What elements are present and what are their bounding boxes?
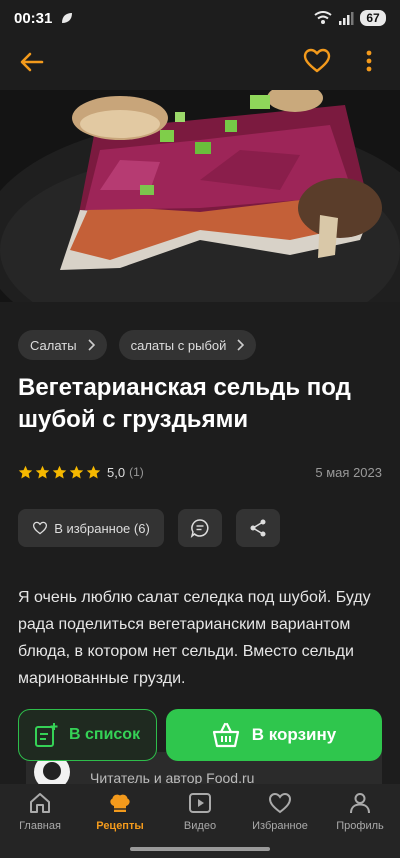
add-to-favorites-button[interactable]: В избранное (6)	[18, 509, 164, 547]
heart-icon[interactable]	[302, 46, 332, 76]
chip-label: салаты с рыбой	[130, 337, 227, 353]
nav-label: Рецепты	[96, 820, 144, 832]
recipe-description: Я очень люблю салат селедка под шубой. Б…	[18, 589, 371, 687]
add-to-list-button[interactable]: В список	[18, 709, 157, 761]
action-row: В избранное (6)	[18, 509, 280, 547]
recipe-title: Вегетарианская сельдь под шубой с груздь…	[18, 374, 351, 433]
comments-button[interactable]	[178, 509, 222, 547]
breadcrumb-chip-salads[interactable]: Салаты	[18, 330, 107, 360]
favorites-label: В избранное (6)	[54, 520, 150, 536]
star-icon	[18, 465, 33, 478]
more-vert-icon[interactable]	[358, 46, 380, 76]
nav-item-home[interactable]: Главная	[0, 784, 80, 858]
star-icon	[35, 465, 50, 478]
chef-hat-icon	[110, 794, 130, 812]
add-to-list-label: В список	[69, 726, 141, 743]
nav-label: Главная	[19, 820, 61, 832]
heart-icon	[33, 521, 48, 535]
rating-row: 5,0 (1) 5 мая 2023	[18, 462, 382, 482]
share-icon	[250, 519, 266, 537]
status-time: 00:31	[14, 9, 53, 27]
rating-stars	[18, 465, 101, 480]
recipe-photo	[0, 90, 400, 302]
signal-icon	[339, 12, 354, 25]
breadcrumb-chip-fish-salads[interactable]: салаты с рыбой	[118, 330, 257, 360]
chevron-right-icon	[237, 339, 245, 351]
star-icon	[86, 465, 101, 478]
heart-icon	[268, 792, 292, 814]
breadcrumb: Салаты салаты с рыбой	[18, 330, 257, 360]
nav-label: Видео	[183, 820, 217, 832]
video-icon	[189, 793, 211, 813]
leaf-icon	[62, 13, 73, 23]
home-icon	[30, 793, 50, 813]
comment-icon	[190, 519, 209, 538]
wifi-icon	[314, 11, 332, 24]
author-text: Читатель и автор Food.ru	[90, 770, 255, 784]
battery-indicator: 67	[360, 10, 386, 26]
back-arrow-icon[interactable]	[18, 48, 46, 76]
nav-item-profile[interactable]: Профиль	[320, 784, 400, 858]
profile-icon	[350, 793, 370, 814]
rating-count[interactable]: (1)	[129, 465, 144, 479]
nav-label: Избранное	[252, 820, 308, 832]
star-icon	[69, 465, 84, 478]
publish-date: 5 мая 2023	[315, 464, 382, 480]
star-icon	[52, 465, 67, 478]
add-to-cart-button[interactable]: В корзину	[166, 709, 382, 761]
app-bar	[0, 36, 400, 90]
home-indicator	[130, 847, 270, 851]
chip-label: Салаты	[30, 337, 77, 353]
status-bar: 00:31 67	[0, 0, 400, 36]
nav-label: Профиль	[336, 820, 384, 832]
basket-icon	[212, 722, 239, 748]
rating-value: 5,0	[107, 464, 126, 480]
add-to-cart-label: В корзину	[251, 725, 337, 744]
add-to-list-icon	[35, 723, 58, 747]
share-button[interactable]	[236, 509, 280, 547]
chevron-right-icon	[88, 339, 95, 351]
